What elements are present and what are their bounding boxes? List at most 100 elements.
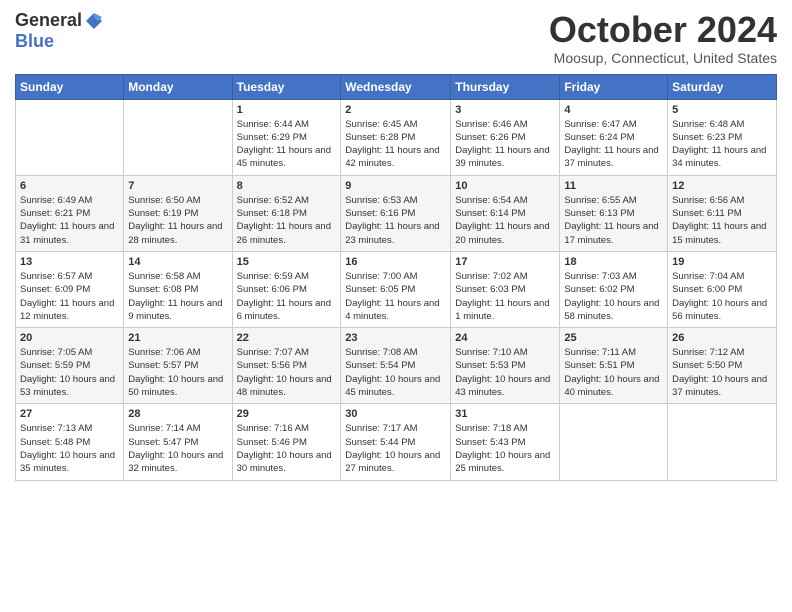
logo-general-text: General bbox=[15, 10, 82, 31]
logo-icon bbox=[84, 11, 104, 31]
calendar-cell: 30Sunrise: 7:17 AMSunset: 5:44 PMDayligh… bbox=[341, 404, 451, 480]
calendar-week-5: 27 Sunrise: 7:13 AMSunset: 5:48 PMDayligh… bbox=[16, 404, 777, 480]
day-info: Sunrise: 6:55 AMSunset: 6:13 PMDaylight:… bbox=[564, 194, 663, 247]
logo-blue-text: Blue bbox=[15, 31, 54, 51]
calendar-cell: 20Sunrise: 7:05 AMSunset: 5:59 PMDayligh… bbox=[16, 328, 124, 404]
day-info: Sunrise: 7:10 AMSunset: 5:53 PMDaylight:… bbox=[455, 346, 555, 399]
calendar-cell: 31 Sunrise: 7:18 AMSunset: 5:43 PMDayligh… bbox=[451, 404, 560, 480]
day-number: 7 bbox=[128, 180, 227, 192]
calendar-header-row: SundayMondayTuesdayWednesdayThursdayFrid… bbox=[16, 74, 777, 99]
calendar-cell: 23 Sunrise: 7:08 AMSunset: 5:54 PMDayligh… bbox=[341, 328, 451, 404]
calendar-cell: 4Sunrise: 6:47 AMSunset: 6:24 PMDaylight… bbox=[560, 99, 668, 175]
calendar-cell: 25Sunrise: 7:11 AMSunset: 5:51 PMDayligh… bbox=[560, 328, 668, 404]
day-number: 2 bbox=[345, 104, 446, 116]
day-info: Sunrise: 6:46 AMSunset: 6:26 PMDaylight:… bbox=[455, 118, 555, 171]
calendar-cell: 3 Sunrise: 6:46 AMSunset: 6:26 PMDaylight… bbox=[451, 99, 560, 175]
calendar-cell: 5 Sunrise: 6:48 AMSunset: 6:23 PMDaylight… bbox=[668, 99, 777, 175]
month-title: October 2024 bbox=[549, 10, 777, 50]
day-number: 22 bbox=[237, 332, 337, 344]
day-number: 29 bbox=[237, 408, 337, 420]
day-number: 27 bbox=[20, 408, 119, 420]
day-number: 11 bbox=[564, 180, 663, 192]
day-number: 25 bbox=[564, 332, 663, 344]
day-info: Sunrise: 7:00 AMSunset: 6:05 PMDaylight:… bbox=[345, 270, 446, 323]
calendar-week-3: 13 Sunrise: 6:57 AMSunset: 6:09 PMDayligh… bbox=[16, 251, 777, 327]
day-number: 1 bbox=[237, 104, 337, 116]
day-info: Sunrise: 7:13 AMSunset: 5:48 PMDaylight:… bbox=[20, 422, 119, 475]
calendar-header-thursday: Thursday bbox=[451, 74, 560, 99]
day-number: 26 bbox=[672, 332, 772, 344]
logo: General Blue bbox=[15, 10, 104, 52]
day-info: Sunrise: 6:49 AMSunset: 6:21 PMDaylight:… bbox=[20, 194, 119, 247]
calendar-cell: 26 Sunrise: 7:12 AMSunset: 5:50 PMDayligh… bbox=[668, 328, 777, 404]
calendar-cell bbox=[124, 99, 232, 175]
calendar-cell: 17 Sunrise: 7:02 AMSunset: 6:03 PMDayligh… bbox=[451, 251, 560, 327]
title-section: October 2024 Moosup, Connecticut, United… bbox=[549, 10, 777, 66]
day-info: Sunrise: 7:05 AMSunset: 5:59 PMDaylight:… bbox=[20, 346, 119, 399]
day-number: 18 bbox=[564, 256, 663, 268]
day-info: Sunrise: 6:59 AMSunset: 6:06 PMDaylight:… bbox=[237, 270, 337, 323]
day-number: 10 bbox=[455, 180, 555, 192]
day-info: Sunrise: 7:12 AMSunset: 5:50 PMDaylight:… bbox=[672, 346, 772, 399]
day-info: Sunrise: 7:07 AMSunset: 5:56 PMDaylight:… bbox=[237, 346, 337, 399]
calendar-cell: 24 Sunrise: 7:10 AMSunset: 5:53 PMDayligh… bbox=[451, 328, 560, 404]
calendar-cell: 19 Sunrise: 7:04 AMSunset: 6:00 PMDayligh… bbox=[668, 251, 777, 327]
day-info: Sunrise: 6:53 AMSunset: 6:16 PMDaylight:… bbox=[345, 194, 446, 247]
day-number: 30 bbox=[345, 408, 446, 420]
day-number: 13 bbox=[20, 256, 119, 268]
calendar-cell: 1Sunrise: 6:44 AMSunset: 6:29 PMDaylight… bbox=[232, 99, 341, 175]
day-number: 23 bbox=[345, 332, 446, 344]
calendar-cell: 9Sunrise: 6:53 AMSunset: 6:16 PMDaylight… bbox=[341, 175, 451, 251]
day-number: 8 bbox=[237, 180, 337, 192]
day-info: Sunrise: 7:03 AMSunset: 6:02 PMDaylight:… bbox=[564, 270, 663, 323]
day-number: 3 bbox=[455, 104, 555, 116]
day-info: Sunrise: 7:08 AMSunset: 5:54 PMDaylight:… bbox=[345, 346, 446, 399]
day-info: Sunrise: 6:50 AMSunset: 6:19 PMDaylight:… bbox=[128, 194, 227, 247]
calendar-table: SundayMondayTuesdayWednesdayThursdayFrid… bbox=[15, 74, 777, 481]
day-number: 24 bbox=[455, 332, 555, 344]
calendar-cell: 18 Sunrise: 7:03 AMSunset: 6:02 PMDayligh… bbox=[560, 251, 668, 327]
calendar-cell: 16 Sunrise: 7:00 AMSunset: 6:05 PMDayligh… bbox=[341, 251, 451, 327]
calendar-cell: 10 Sunrise: 6:54 AMSunset: 6:14 PMDayligh… bbox=[451, 175, 560, 251]
day-number: 17 bbox=[455, 256, 555, 268]
day-info: Sunrise: 7:18 AMSunset: 5:43 PMDaylight:… bbox=[455, 422, 555, 475]
day-info: Sunrise: 6:57 AMSunset: 6:09 PMDaylight:… bbox=[20, 270, 119, 323]
day-number: 12 bbox=[672, 180, 772, 192]
calendar-cell: 21Sunrise: 7:06 AMSunset: 5:57 PMDayligh… bbox=[124, 328, 232, 404]
day-number: 6 bbox=[20, 180, 119, 192]
day-number: 14 bbox=[128, 256, 227, 268]
day-info: Sunrise: 6:58 AMSunset: 6:08 PMDaylight:… bbox=[128, 270, 227, 323]
calendar-header-saturday: Saturday bbox=[668, 74, 777, 99]
day-info: Sunrise: 6:48 AMSunset: 6:23 PMDaylight:… bbox=[672, 118, 772, 171]
calendar-week-2: 6 Sunrise: 6:49 AMSunset: 6:21 PMDaylight… bbox=[16, 175, 777, 251]
calendar-cell: 12 Sunrise: 6:56 AMSunset: 6:11 PMDayligh… bbox=[668, 175, 777, 251]
day-number: 28 bbox=[128, 408, 227, 420]
calendar-cell: 28Sunrise: 7:14 AMSunset: 5:47 PMDayligh… bbox=[124, 404, 232, 480]
day-number: 5 bbox=[672, 104, 772, 116]
page-header: General Blue October 2024 Moosup, Connec… bbox=[15, 10, 777, 66]
calendar-cell: 14 Sunrise: 6:58 AMSunset: 6:08 PMDayligh… bbox=[124, 251, 232, 327]
day-number: 19 bbox=[672, 256, 772, 268]
calendar-cell: 29Sunrise: 7:16 AMSunset: 5:46 PMDayligh… bbox=[232, 404, 341, 480]
calendar-header-tuesday: Tuesday bbox=[232, 74, 341, 99]
calendar-cell: 11 Sunrise: 6:55 AMSunset: 6:13 PMDayligh… bbox=[560, 175, 668, 251]
calendar-header-monday: Monday bbox=[124, 74, 232, 99]
location-text: Moosup, Connecticut, United States bbox=[549, 50, 777, 66]
calendar-cell: 15Sunrise: 6:59 AMSunset: 6:06 PMDayligh… bbox=[232, 251, 341, 327]
day-info: Sunrise: 6:56 AMSunset: 6:11 PMDaylight:… bbox=[672, 194, 772, 247]
calendar-cell bbox=[560, 404, 668, 480]
day-number: 16 bbox=[345, 256, 446, 268]
day-number: 31 bbox=[455, 408, 555, 420]
calendar-cell: 8Sunrise: 6:52 AMSunset: 6:18 PMDaylight… bbox=[232, 175, 341, 251]
day-number: 4 bbox=[564, 104, 663, 116]
day-info: Sunrise: 7:02 AMSunset: 6:03 PMDaylight:… bbox=[455, 270, 555, 323]
calendar-header-wednesday: Wednesday bbox=[341, 74, 451, 99]
day-number: 21 bbox=[128, 332, 227, 344]
calendar-cell: 13 Sunrise: 6:57 AMSunset: 6:09 PMDayligh… bbox=[16, 251, 124, 327]
calendar-cell: 22 Sunrise: 7:07 AMSunset: 5:56 PMDayligh… bbox=[232, 328, 341, 404]
calendar-cell: 27 Sunrise: 7:13 AMSunset: 5:48 PMDayligh… bbox=[16, 404, 124, 480]
day-info: Sunrise: 7:04 AMSunset: 6:00 PMDaylight:… bbox=[672, 270, 772, 323]
calendar-header-friday: Friday bbox=[560, 74, 668, 99]
day-info: Sunrise: 6:45 AMSunset: 6:28 PMDaylight:… bbox=[345, 118, 446, 171]
day-info: Sunrise: 6:54 AMSunset: 6:14 PMDaylight:… bbox=[455, 194, 555, 247]
